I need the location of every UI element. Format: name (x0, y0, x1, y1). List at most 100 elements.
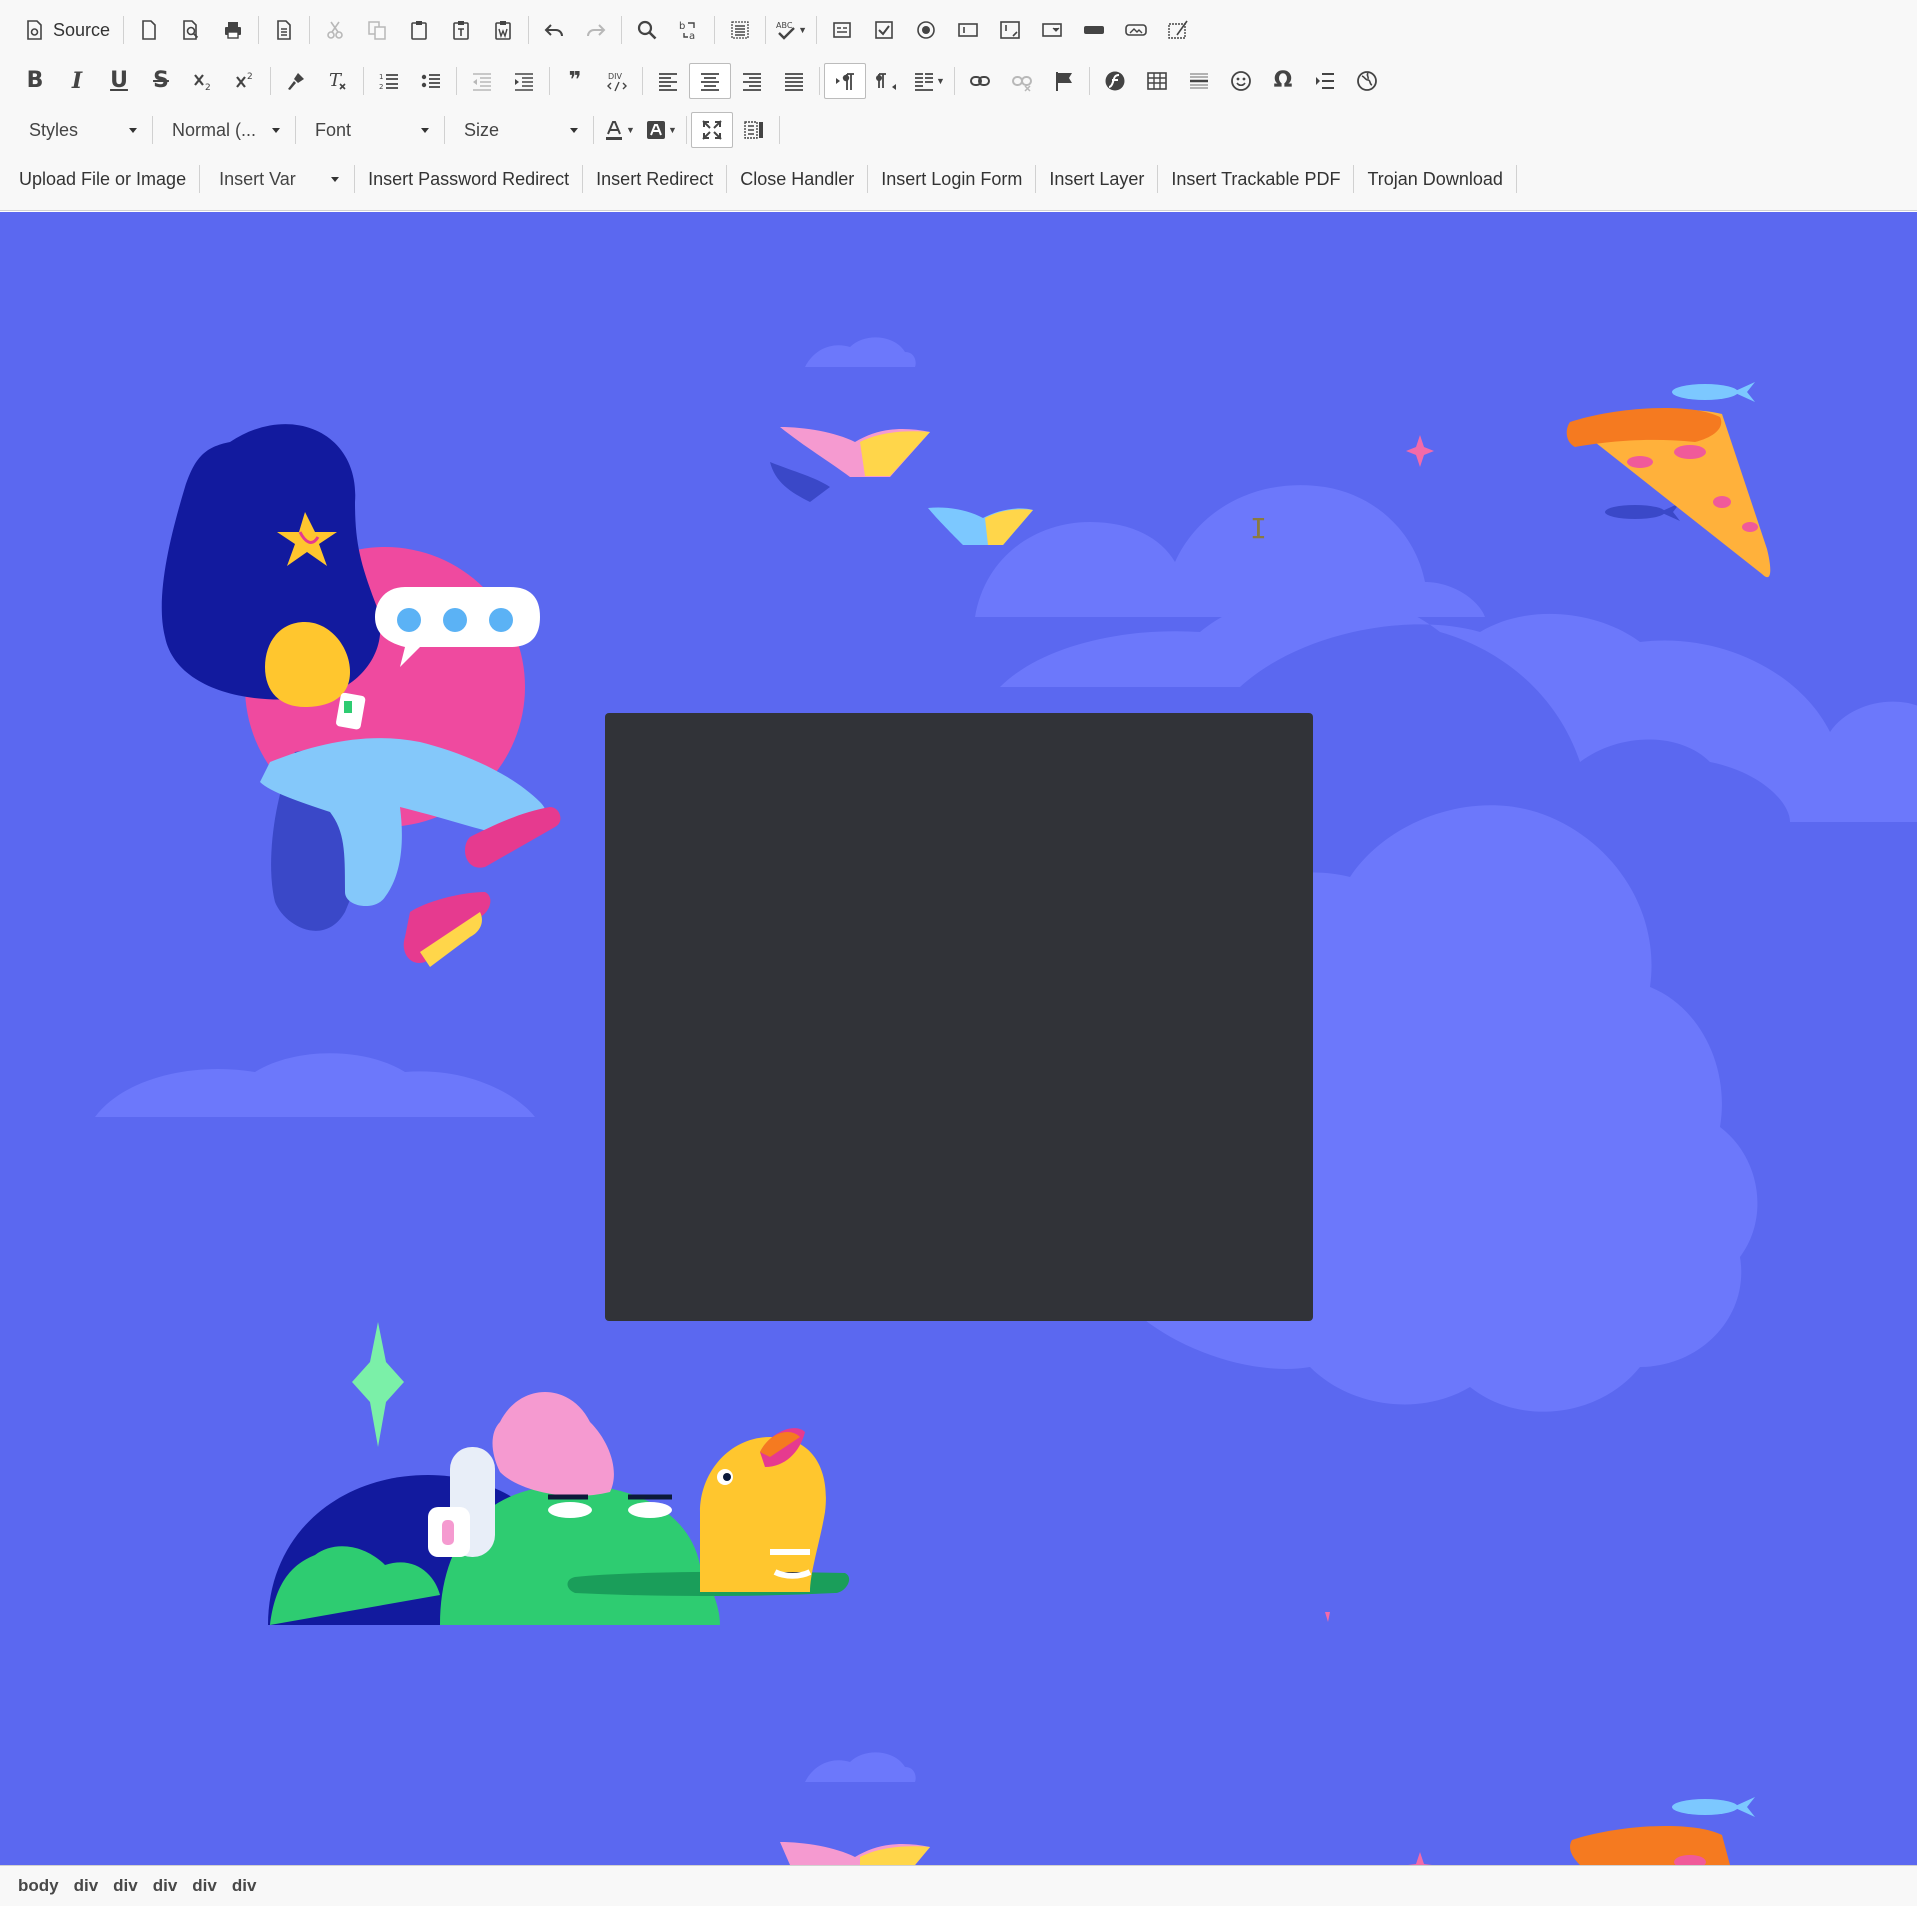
separator (123, 16, 125, 44)
unlink-button[interactable] (1001, 63, 1043, 99)
font-dropdown[interactable]: Font (300, 113, 440, 147)
underline-icon: U (110, 68, 128, 93)
align-right-button[interactable] (731, 63, 773, 99)
size-dropdown[interactable]: Size (449, 113, 589, 147)
pizza-slice-icon (1566, 407, 1771, 578)
select-all-button[interactable] (719, 12, 761, 48)
text-field-button[interactable] (947, 12, 989, 48)
italic-button[interactable]: I (56, 63, 98, 99)
strikethrough-button[interactable]: S (140, 63, 182, 99)
path-item-div[interactable]: div (107, 1872, 144, 1900)
new-page-icon (142, 20, 156, 40)
paste-text-button[interactable] (440, 12, 482, 48)
bulleted-list-button[interactable] (410, 63, 452, 99)
link-button[interactable] (959, 63, 1001, 99)
text-direction-ltr-button[interactable] (824, 63, 866, 99)
format-dropdown[interactable]: Normal (... (157, 113, 291, 147)
outdent-button[interactable] (461, 63, 503, 99)
maximize-button[interactable] (691, 112, 733, 148)
templates-button[interactable] (263, 12, 305, 48)
editor-content-area[interactable]: I (0, 212, 1917, 1865)
remove-format-button[interactable]: T (317, 63, 359, 99)
horizontal-rule-button[interactable] (1178, 63, 1220, 99)
paste-word-button[interactable] (482, 12, 524, 48)
copy-button[interactable] (356, 12, 398, 48)
subscript-button[interactable]: 2 (182, 63, 224, 99)
undo-button[interactable] (533, 12, 575, 48)
form-button-button[interactable] (1073, 12, 1115, 48)
content-panel[interactable] (605, 713, 1313, 1321)
find-button[interactable] (626, 12, 668, 48)
path-item-div[interactable]: div (226, 1872, 263, 1900)
show-blocks-button[interactable] (733, 112, 775, 148)
table-button[interactable] (1136, 63, 1178, 99)
radio-button[interactable] (905, 12, 947, 48)
checkbox-button[interactable] (863, 12, 905, 48)
text-color-button[interactable]: ▼ (598, 112, 640, 148)
smiley-icon (1231, 71, 1251, 91)
separator (621, 16, 623, 44)
underline-button[interactable]: U (98, 63, 140, 99)
insert-login-form-button[interactable]: Insert Login Form (872, 162, 1031, 196)
language-button[interactable]: ▼ (908, 63, 950, 99)
upload-file-button[interactable]: Upload File or Image (10, 162, 195, 196)
new-page-button[interactable] (128, 12, 170, 48)
insert-var-dropdown[interactable]: Insert Var (204, 162, 350, 196)
hidden-field-button[interactable] (1157, 12, 1199, 48)
insert-redirect-button[interactable]: Insert Redirect (587, 162, 722, 196)
redo-button[interactable] (575, 12, 617, 48)
select-field-button[interactable] (1031, 12, 1073, 48)
path-item-div[interactable]: div (147, 1872, 184, 1900)
form-icon (833, 22, 851, 38)
justify-button[interactable] (773, 63, 815, 99)
indent-button[interactable] (503, 63, 545, 99)
create-div-button[interactable]: DIV (596, 63, 638, 99)
insert-password-redirect-button[interactable]: Insert Password Redirect (359, 162, 578, 196)
cloud (975, 485, 1485, 617)
background-color-button[interactable]: ▼ (640, 112, 682, 148)
fish-icon (1672, 382, 1755, 402)
numbered-list-button[interactable]: 12 (368, 63, 410, 99)
separator (270, 67, 271, 95)
paste-button[interactable] (398, 12, 440, 48)
path-item-div[interactable]: div (186, 1872, 223, 1900)
separator (779, 116, 780, 144)
text-direction-rtl-button[interactable] (866, 63, 908, 99)
flash-button[interactable] (1094, 63, 1136, 99)
bold-button[interactable]: B (14, 63, 56, 99)
source-icon (27, 20, 42, 40)
chevron-down-icon: ▼ (668, 125, 677, 135)
svg-text:2: 2 (205, 83, 211, 92)
path-item-body[interactable]: body (12, 1872, 65, 1900)
anchor-button[interactable] (1043, 63, 1085, 99)
image-button-button[interactable] (1115, 12, 1157, 48)
separator (819, 67, 820, 95)
form-button[interactable] (821, 12, 863, 48)
smiley-button[interactable] (1220, 63, 1262, 99)
iframe-button[interactable] (1346, 63, 1388, 99)
insert-trackable-pdf-button[interactable]: Insert Trackable PDF (1162, 162, 1349, 196)
flag-icon (1056, 72, 1072, 91)
cut-button[interactable] (314, 12, 356, 48)
format-dropdown-label: Normal (... (172, 119, 257, 140)
trojan-download-button[interactable]: Trojan Download (1358, 162, 1511, 196)
copy-format-button[interactable] (275, 63, 317, 99)
close-handler-button[interactable]: Close Handler (731, 162, 863, 196)
print-button[interactable] (212, 12, 254, 48)
styles-dropdown[interactable]: Styles (14, 113, 148, 147)
separator (1035, 165, 1037, 193)
insert-layer-button[interactable]: Insert Layer (1040, 162, 1153, 196)
replace-button[interactable]: ba (668, 12, 710, 48)
page-break-button[interactable] (1304, 63, 1346, 99)
preview-button[interactable] (170, 12, 212, 48)
spellcheck-button[interactable]: ABC ▼ (770, 12, 812, 48)
textarea-button[interactable] (989, 12, 1031, 48)
align-center-button[interactable] (689, 63, 731, 99)
blockquote-button[interactable]: ❞ (554, 63, 596, 99)
special-char-button[interactable]: Ω (1262, 63, 1304, 99)
source-button[interactable]: Source (14, 12, 119, 48)
path-item-div[interactable]: div (68, 1872, 105, 1900)
superscript-button[interactable]: 2 (224, 63, 266, 99)
align-left-button[interactable] (647, 63, 689, 99)
image-button-icon (1125, 24, 1147, 36)
